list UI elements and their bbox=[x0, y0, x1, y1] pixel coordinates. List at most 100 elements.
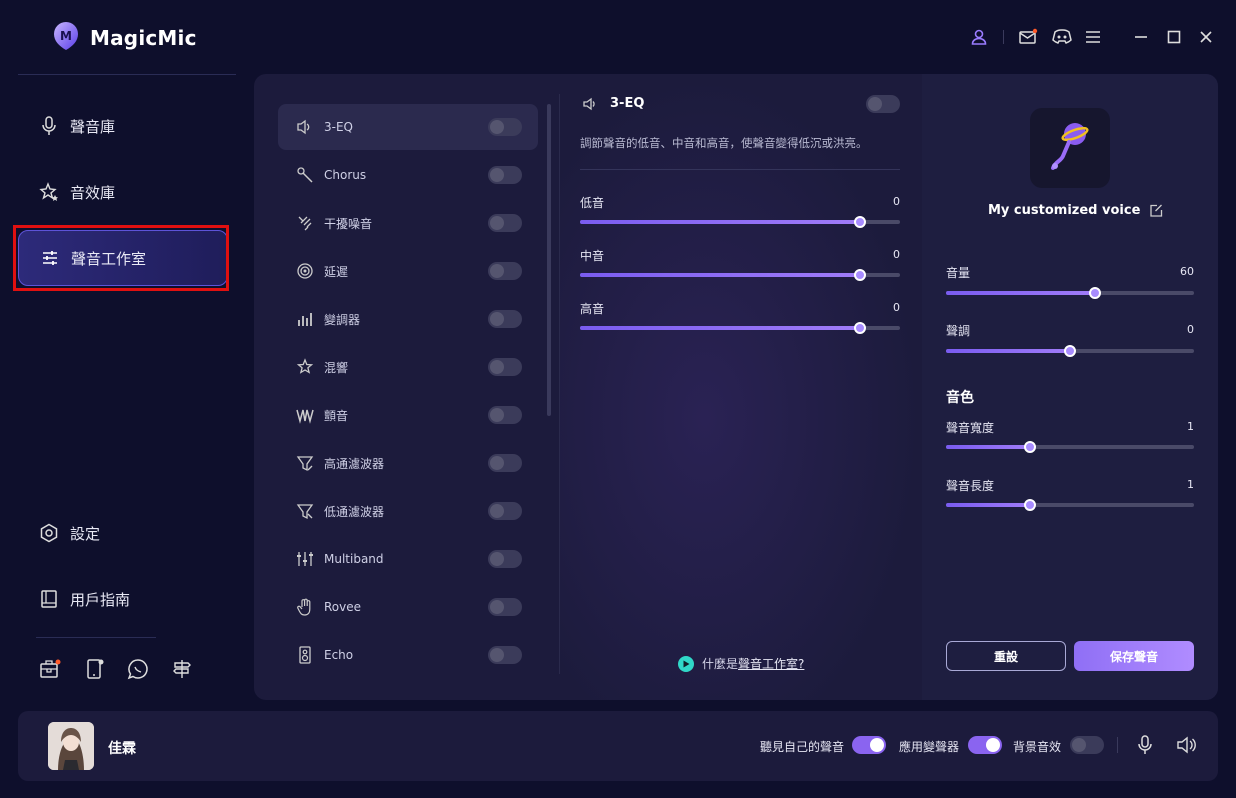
mail-icon[interactable] bbox=[1018, 27, 1038, 47]
slider-track[interactable] bbox=[580, 216, 900, 228]
effect-label: 延遲 bbox=[324, 264, 349, 279]
slider-value: 0 bbox=[1187, 323, 1194, 336]
lowpass-filter-icon bbox=[296, 502, 314, 520]
footer-toggle[interactable] bbox=[1070, 736, 1104, 754]
close-icon[interactable] bbox=[1196, 27, 1216, 47]
slider-thumb[interactable] bbox=[854, 322, 866, 334]
edit-icon[interactable] bbox=[1149, 204, 1163, 218]
effect-toggle[interactable] bbox=[488, 550, 522, 568]
slider-value: 1 bbox=[1187, 478, 1194, 491]
chat-icon[interactable] bbox=[127, 658, 149, 680]
sidebar-item-user-guide[interactable]: 用戶指南 bbox=[18, 571, 228, 627]
slider-fill bbox=[580, 326, 860, 330]
tremolo-icon bbox=[296, 406, 314, 424]
title-separator bbox=[1003, 30, 1004, 44]
effect-toggle[interactable] bbox=[488, 214, 522, 232]
toggle-knob bbox=[490, 360, 504, 374]
help-link[interactable]: 什麼是 聲音工作室? bbox=[678, 655, 804, 672]
signpost-icon[interactable] bbox=[171, 658, 193, 680]
slider-thumb[interactable] bbox=[1024, 499, 1036, 511]
effects-scrollbar[interactable] bbox=[547, 104, 551, 416]
toggle-knob bbox=[490, 456, 504, 470]
echo-icon bbox=[296, 646, 314, 664]
sidebar-item-voice-library[interactable]: 聲音庫 bbox=[18, 98, 228, 154]
effect-toggle[interactable] bbox=[488, 598, 522, 616]
effect-toggle[interactable] bbox=[488, 454, 522, 472]
sidebar-item-settings[interactable]: 設定 bbox=[18, 505, 228, 561]
reverb-icon bbox=[296, 358, 314, 376]
menu-icon[interactable] bbox=[1083, 27, 1103, 47]
svg-text:M: M bbox=[60, 29, 72, 43]
tone-heading: 音色 bbox=[946, 390, 974, 406]
toggle-knob bbox=[490, 504, 504, 518]
user-icon[interactable] bbox=[969, 27, 989, 47]
effect-toggle[interactable] bbox=[488, 406, 522, 424]
effect-toggle[interactable] bbox=[488, 646, 522, 664]
effect-label: Multiband bbox=[324, 552, 384, 566]
minimize-icon[interactable] bbox=[1131, 27, 1151, 47]
slider-track[interactable] bbox=[946, 499, 1194, 511]
effect-label: Rovee bbox=[324, 600, 362, 614]
slider-label: 高音 bbox=[580, 302, 605, 316]
slider-fill bbox=[580, 273, 860, 277]
save-voice-button[interactable]: 保存聲音 bbox=[1074, 641, 1194, 671]
slider-fill bbox=[946, 503, 1030, 507]
volume-icon[interactable] bbox=[1176, 736, 1198, 754]
eq-description: 調節聲音的低音、中音和高音，使聲音變得低沉或洪亮。 bbox=[580, 136, 868, 150]
user-name: 佳霖 bbox=[108, 741, 136, 757]
slider-fill bbox=[946, 291, 1095, 295]
slider-thumb[interactable] bbox=[1089, 287, 1101, 299]
eq-divider bbox=[580, 169, 900, 170]
effect-label: 混響 bbox=[324, 360, 349, 375]
reset-button[interactable]: 重設 bbox=[946, 641, 1066, 671]
footer-toggle[interactable] bbox=[852, 736, 886, 754]
effect-label: 變調器 bbox=[324, 312, 361, 327]
slider-track[interactable] bbox=[946, 287, 1194, 299]
effect-toggle[interactable] bbox=[488, 502, 522, 520]
effect-toggle[interactable] bbox=[488, 358, 522, 376]
slider-label: 低音 bbox=[580, 196, 605, 210]
slider-value: 0 bbox=[893, 195, 900, 208]
slider-value: 1 bbox=[1187, 420, 1194, 433]
sidebar-item-label: 用戶指南 bbox=[70, 590, 131, 609]
footer-toggle-label: 應用變聲器 bbox=[899, 740, 960, 754]
bars-icon bbox=[296, 310, 314, 328]
slider-thumb[interactable] bbox=[854, 216, 866, 228]
slider-value: 60 bbox=[1180, 265, 1194, 278]
highpass-filter-icon bbox=[296, 454, 314, 472]
effect-label: Chorus bbox=[324, 168, 367, 182]
effect-label: 3-EQ bbox=[324, 120, 353, 134]
magicmic-logo: M bbox=[52, 20, 80, 52]
slider-thumb[interactable] bbox=[1024, 441, 1036, 453]
microphone-icon[interactable] bbox=[1137, 735, 1155, 755]
mobile-icon[interactable] bbox=[84, 658, 106, 680]
help-link-text[interactable]: 聲音工作室? bbox=[738, 655, 804, 672]
sidebar-item-sound-effects[interactable]: 音效庫 bbox=[18, 164, 228, 220]
slider-track[interactable] bbox=[946, 345, 1194, 357]
slider-fill bbox=[946, 349, 1070, 353]
discord-icon[interactable] bbox=[1050, 27, 1074, 47]
toggle-knob bbox=[490, 600, 504, 614]
slider-thumb[interactable] bbox=[1064, 345, 1076, 357]
slider-track[interactable] bbox=[946, 441, 1194, 453]
voice-name-label: My customized voice bbox=[988, 203, 1141, 218]
voice-name[interactable]: My customized voice bbox=[988, 203, 1163, 218]
footer-toggle[interactable] bbox=[968, 736, 1002, 754]
slider-track[interactable] bbox=[580, 269, 900, 281]
slider-label: 聲調 bbox=[946, 324, 971, 338]
effect-toggle[interactable] bbox=[488, 166, 522, 184]
footer-separator bbox=[1117, 737, 1118, 753]
effect-toggle[interactable] bbox=[488, 118, 522, 136]
eq-enable-toggle[interactable] bbox=[866, 95, 900, 113]
maximize-icon[interactable] bbox=[1164, 27, 1184, 47]
avatar[interactable] bbox=[48, 722, 94, 770]
effect-toggle[interactable] bbox=[488, 310, 522, 328]
slider-thumb[interactable] bbox=[854, 269, 866, 281]
toolbox-icon[interactable] bbox=[39, 658, 61, 680]
toggle-knob bbox=[490, 264, 504, 278]
toggle-knob bbox=[870, 738, 884, 752]
effect-toggle[interactable] bbox=[488, 262, 522, 280]
slider-track[interactable] bbox=[580, 322, 900, 334]
toggle-knob bbox=[490, 216, 504, 230]
list-divider bbox=[559, 94, 560, 674]
